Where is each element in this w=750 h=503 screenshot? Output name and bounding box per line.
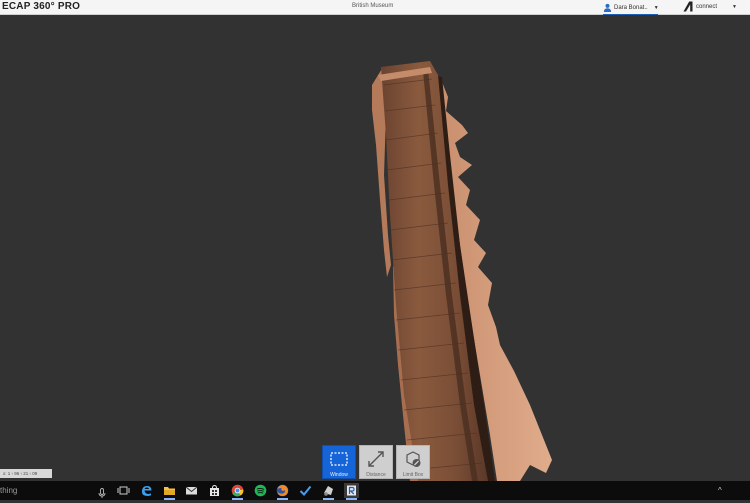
user-menu[interactable]: Dara Bonat.. ▼ — [603, 3, 659, 12]
chrome-icon[interactable] — [230, 483, 245, 500]
task-view-icon[interactable] — [116, 483, 131, 498]
connect-menu[interactable]: connect ▼ — [683, 1, 737, 12]
coordinate-readout: x: 1 ‹ 96 ‹ 21 ‹ 09 — [0, 469, 52, 478]
window-select-icon — [329, 449, 349, 469]
windows-taskbar: thing ^ — [0, 481, 750, 500]
limit-box-icon — [403, 449, 423, 469]
distance-label: Distance — [366, 472, 386, 478]
firefox-icon[interactable] — [275, 483, 290, 500]
taskbar-search-text[interactable]: thing — [0, 486, 17, 495]
window-select-label: Window — [330, 472, 348, 478]
distance-button[interactable]: Distance — [359, 445, 393, 479]
recap-photo-icon[interactable] — [321, 483, 336, 500]
window-select-button[interactable]: Window — [322, 445, 356, 479]
todo-icon[interactable] — [298, 483, 313, 498]
project-name: British Museum — [352, 3, 394, 9]
autodesk-logo-icon — [683, 1, 693, 12]
microphone-icon[interactable] — [98, 485, 106, 503]
user-icon — [603, 3, 612, 12]
limit-box-button[interactable]: Limit Box — [396, 445, 430, 479]
edge-icon[interactable] — [139, 483, 154, 498]
distance-measure-icon — [366, 449, 386, 469]
chevron-down-icon[interactable]: ▼ — [654, 5, 659, 11]
title-bar: ECAP 360° PRO British Museum Dara Bonat.… — [0, 0, 750, 15]
user-name: Dara Bonat.. — [614, 4, 648, 11]
file-explorer-icon[interactable] — [162, 483, 177, 500]
3d-viewport[interactable] — [0, 15, 750, 481]
tray-overflow-icon[interactable]: ^ — [718, 486, 722, 495]
mail-icon[interactable] — [184, 483, 199, 498]
spotify-icon[interactable] — [253, 483, 268, 498]
chevron-down-icon[interactable]: ▼ — [732, 4, 737, 10]
tool-palette: Window Distance Limit Box — [322, 445, 430, 479]
limit-box-label: Limit Box — [402, 472, 424, 478]
connect-label: connect — [696, 3, 718, 10]
app-title: ECAP 360° PRO — [2, 1, 81, 12]
point-cloud-scan — [372, 61, 552, 481]
store-icon[interactable] — [207, 483, 222, 498]
recap-pro-icon[interactable] — [344, 483, 359, 500]
